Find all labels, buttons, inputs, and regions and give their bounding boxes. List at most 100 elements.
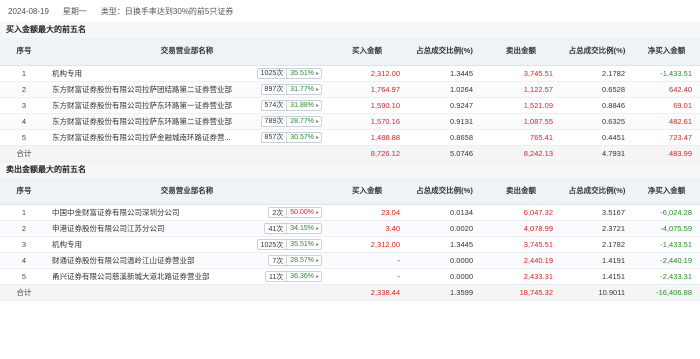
listing-count: 7次: [269, 255, 288, 266]
total-sell-ratio: 10.9011: [561, 284, 633, 301]
branch-name-link[interactable]: 财通证券股份有限公司温岭江山证券营业部: [52, 255, 195, 266]
total-row: 合计 2,338.44 1.3599 18,745.32 10.9011 -16,406.…: [0, 284, 700, 301]
col-sell-ratio-header: 占总成交比例(%): [561, 38, 633, 66]
sell-ratio: 0.6528: [561, 81, 633, 98]
net-amount: -1,433.51: [633, 236, 700, 253]
win-rate: 30.57%: [290, 133, 314, 141]
branch-stats-badge[interactable]: 41次 34.15% ▸: [264, 223, 322, 234]
buy-amount: -: [326, 268, 408, 285]
col-net-header: 净买入金额: [633, 38, 700, 66]
branch-name-link[interactable]: 甬兴证券有限公司慈溪新城大道北路证券营业部: [52, 271, 210, 282]
total-buy: 2,338.44: [326, 284, 408, 301]
branch-name-link[interactable]: 东方财富证券股份有限公司拉萨团结路第二证券营业部: [52, 84, 232, 95]
branch-stats-badge[interactable]: 857次 30.57% ▸: [260, 131, 322, 143]
sell-amount: 3,745.51: [481, 65, 561, 82]
branch-name-link[interactable]: 东方财富证券股份有限公司拉萨东环路第二证券营业部: [52, 116, 232, 127]
col-buy-header: 买入金额: [326, 38, 408, 66]
branch-name-link[interactable]: 东方财富证券股份有限公司拉萨金融城南环路证券营...: [52, 132, 231, 143]
win-rate: 34.15%: [290, 225, 314, 232]
listing-count: 11次: [266, 271, 288, 282]
buy-section-title: 买入金额最大的前五名: [0, 22, 700, 38]
win-rate: 31.88%: [290, 101, 314, 109]
win-rate: 28.57%: [290, 257, 314, 264]
table-row: 1 中国中金财富证券有限公司深圳分公司 2次 50.00% ▸ 23.04 0.0134 6,…: [0, 204, 700, 221]
branch-stats-badge[interactable]: 11次 36.36% ▸: [264, 271, 322, 282]
type-label: 类型：日换手率达到30%的前5只证券: [100, 6, 234, 16]
branch-name-link[interactable]: 机构专用: [52, 68, 82, 79]
net-amount: -1,433.51: [633, 65, 700, 82]
buy-ratio: 1.3445: [408, 236, 481, 253]
listing-count: 857次: [262, 132, 288, 142]
sell-amount: 765.41: [481, 129, 561, 146]
sell-table: 序号 交易营业部名称 买入金额 占总成交比例(%) 卖出金额 占总成交比例(%)…: [0, 177, 700, 301]
table-row: 2 申港证券股份有限公司江苏分公司 41次 34.15% ▸ 3.40 0.0020 4,07…: [0, 220, 700, 237]
row-index: 2: [0, 220, 48, 237]
branch-name-link[interactable]: 中国中金财富证券有限公司深圳分公司: [52, 207, 180, 218]
net-amount: 482.61: [633, 113, 700, 130]
table-header-row: 序号 交易营业部名称 买入金额 占总成交比例(%) 卖出金额 占总成交比例(%)…: [0, 177, 700, 205]
buy-ratio: 0.9247: [408, 97, 481, 114]
row-index: 3: [0, 236, 48, 253]
win-rate: 36.36%: [290, 273, 314, 280]
col-buy-header: 买入金额: [326, 177, 408, 205]
listing-count: 789次: [262, 116, 288, 126]
listing-count: 2次: [269, 207, 288, 218]
branch-stats-badge[interactable]: 574次 31.88% ▸: [260, 99, 322, 111]
row-index: 2: [0, 81, 48, 98]
sell-amount: 4,078.99: [481, 220, 561, 237]
chevron-right-icon: ▸: [315, 242, 319, 248]
table-header-row: 序号 交易营业部名称 买入金额 占总成交比例(%) 卖出金额 占总成交比例(%)…: [0, 38, 700, 66]
total-sell: 18,745.32: [481, 284, 561, 301]
branch-stats-badge[interactable]: 789次 28.77% ▸: [260, 115, 322, 127]
branch-cell: 机构专用 1025次 35.51% ▸: [48, 65, 326, 82]
branch-stats-badge[interactable]: 1025次 35.51% ▸: [256, 239, 322, 250]
branch-stats-badge[interactable]: 7次 28.57% ▸: [268, 255, 322, 266]
chevron-right-icon: ▸: [315, 86, 319, 93]
listing-count: 1025次: [258, 68, 288, 78]
listing-count: 574次: [262, 100, 288, 110]
sell-ratio: 0.4451: [561, 129, 633, 146]
win-rate: 28.77%: [290, 117, 314, 125]
branch-name-link[interactable]: 东方财富证券股份有限公司拉萨东环路第一证券营业部: [52, 100, 232, 111]
table-row: 2 东方财富证券股份有限公司拉萨团结路第二证券营业部 897次 31.77% ▸ 1,76…: [0, 81, 700, 98]
chevron-right-icon: ▸: [315, 226, 319, 232]
sell-amount: 2,433.31: [481, 268, 561, 285]
listing-count: 41次: [265, 223, 288, 234]
total-buy-ratio: 5.0746: [408, 145, 481, 162]
chevron-right-icon: ▸: [315, 102, 319, 109]
branch-cell: 申港证券股份有限公司江苏分公司 41次 34.15% ▸: [48, 220, 326, 237]
buy-ratio: 0.0000: [408, 252, 481, 269]
col-name-header: 交易营业部名称: [48, 177, 326, 205]
col-index-header: 序号: [0, 38, 48, 66]
sell-amount: 3,745.51: [481, 236, 561, 253]
chevron-right-icon: ▸: [315, 118, 319, 125]
branch-stats-badge[interactable]: 897次 31.77% ▸: [260, 83, 322, 95]
table-row: 3 机构专用 1025次 35.51% ▸ 2,312.00 1.3445 3,745.51 2…: [0, 236, 700, 253]
total-name-blank: [48, 284, 326, 301]
buy-amount: 1,590.10: [326, 97, 408, 114]
branch-stats-badge[interactable]: 2次 50.00% ▸: [268, 207, 322, 218]
weekday-label: 星期一: [62, 6, 87, 16]
buy-amount: 3.40: [326, 220, 408, 237]
branch-stats-badge[interactable]: 1025次 35.51% ▸: [256, 67, 322, 79]
buy-ratio: 0.9131: [408, 113, 481, 130]
buy-amount: -: [326, 252, 408, 269]
branch-name-link[interactable]: 机构专用: [52, 239, 82, 250]
branch-name-link[interactable]: 申港证券股份有限公司江苏分公司: [52, 223, 165, 234]
buy-amount: 1,764.97: [326, 81, 408, 98]
top-info-bar: 2024-08-19 星期一 类型：日换手率达到30%的前5只证券: [0, 0, 700, 22]
table-row: 5 甬兴证券有限公司慈溪新城大道北路证券营业部 11次 36.36% ▸ -0.0000 2…: [0, 268, 700, 285]
branch-cell: 东方财富证券股份有限公司拉萨东环路第二证券营业部 789次 28.77% ▸: [48, 113, 326, 130]
row-index: 5: [0, 268, 48, 285]
net-amount: 723.47: [633, 129, 700, 146]
col-buy-ratio-header: 占总成交比例(%): [408, 38, 481, 66]
total-name-blank: [48, 145, 326, 162]
sell-ratio: 0.6325: [561, 113, 633, 130]
chevron-right-icon: ▸: [315, 134, 319, 141]
sell-ratio: 2.1782: [561, 236, 633, 253]
row-index: 1: [0, 204, 48, 221]
total-buy-ratio: 1.3599: [408, 284, 481, 301]
total-sell-ratio: 4.7931: [561, 145, 633, 162]
branch-cell: 甬兴证券有限公司慈溪新城大道北路证券营业部 11次 36.36% ▸: [48, 268, 326, 285]
table-row: 4 财通证券股份有限公司温岭江山证券营业部 7次 28.57% ▸ -0.0000 2,44…: [0, 252, 700, 269]
